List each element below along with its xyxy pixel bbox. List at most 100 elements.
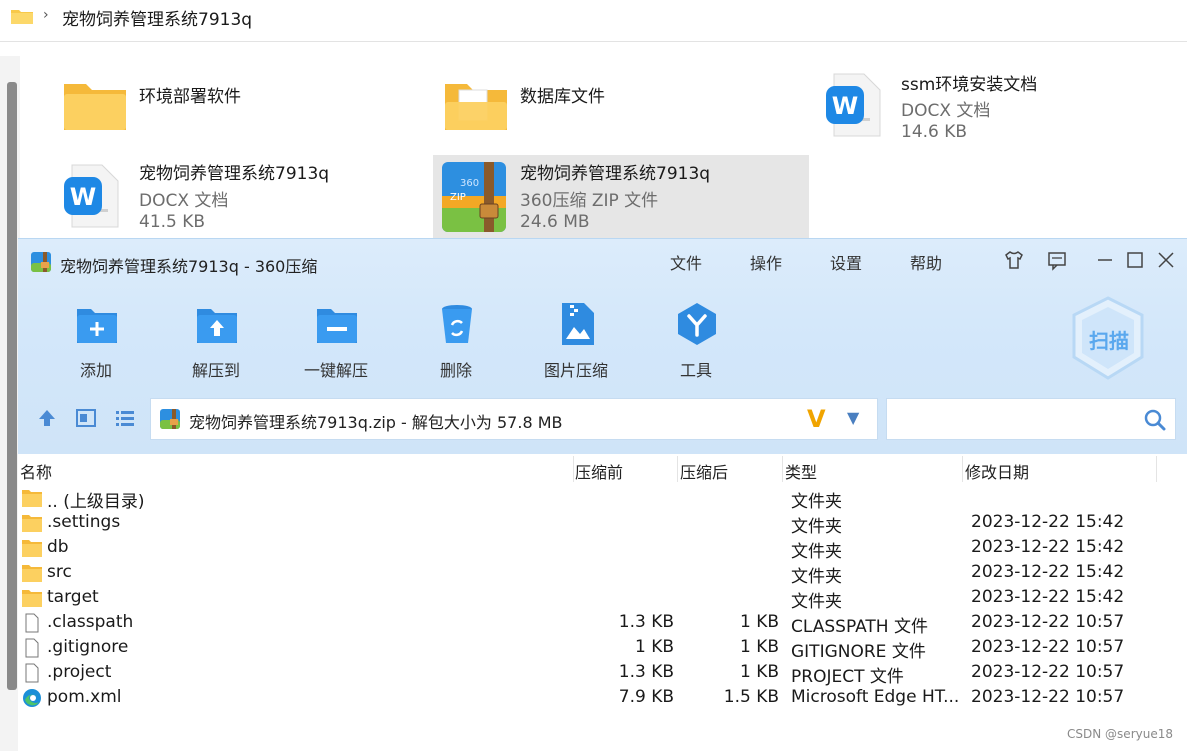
row-before: 7.9 KB (618, 687, 674, 707)
row-type: 文件夹 (791, 592, 842, 612)
one-click-extract-icon (317, 309, 357, 343)
row-name: .project (47, 662, 112, 682)
row-type: CLASSPATH 文件 (791, 617, 928, 637)
image-compress-label: 图片压缩 (543, 361, 608, 380)
list-view-icon[interactable] (114, 407, 136, 429)
column-divider[interactable] (782, 456, 783, 482)
row-name: db (47, 537, 69, 557)
row-type: 文件夹 (791, 517, 842, 537)
folder-icon (22, 515, 42, 532)
recycle-bin-icon (442, 305, 472, 343)
extract-to-button[interactable]: 解压到 (166, 297, 266, 383)
image-compress-button[interactable]: 图片压缩 (526, 297, 626, 383)
close-icon[interactable] (1155, 249, 1177, 271)
column-before[interactable]: 压缩前 (575, 459, 623, 483)
delete-button[interactable]: 删除 (406, 297, 506, 383)
archive-path-text: 宠物饲养管理系统7913q.zip - 解包大小为 57.8 MB (189, 413, 563, 432)
skin-shirt-icon[interactable] (1003, 249, 1025, 271)
table-row[interactable]: src 文件夹 2023-12-22 15:42 (18, 561, 1187, 587)
up-arrow-icon[interactable] (36, 407, 58, 429)
table-row[interactable]: .project 1.3 KB 1 KB PROJECT 文件 2023-12-… (18, 661, 1187, 687)
add-button[interactable]: 添加 (46, 297, 146, 383)
table-row[interactable]: .. (上级目录) 文件夹 (18, 486, 1187, 512)
zip-header: 宠物饲养管理系统7913q - 360压缩 文件 操作 设置 帮助 添加 解压到… (18, 239, 1187, 454)
feedback-icon[interactable] (1046, 249, 1068, 271)
folder-icon (22, 490, 42, 507)
row-modified: 2023-12-22 10:57 (971, 687, 1125, 707)
row-modified: 2023-12-22 15:42 (971, 537, 1125, 557)
tools-button[interactable]: 工具 (646, 297, 746, 383)
tile-type: DOCX 文档 (139, 191, 229, 211)
zip-archive-icon (160, 409, 180, 429)
row-after: 1 KB (739, 662, 779, 682)
row-before: 1.3 KB (618, 662, 674, 682)
table-row[interactable]: pom.xml 7.9 KB 1.5 KB Microsoft Edge HT.… (18, 686, 1187, 711)
svg-text:W: W (70, 183, 96, 211)
row-modified: 2023-12-22 15:42 (971, 562, 1125, 582)
row-modified: 2023-12-22 15:42 (971, 512, 1125, 532)
row-type: GITIGNORE 文件 (791, 642, 926, 662)
row-modified: 2023-12-22 15:42 (971, 587, 1125, 607)
tile-size: 14.6 KB (901, 122, 968, 142)
tile-size: 24.6 MB (520, 212, 590, 232)
column-divider[interactable] (962, 456, 963, 482)
row-name: pom.xml (47, 687, 122, 707)
column-name[interactable]: 名称 (20, 459, 52, 483)
tile-name: 宠物饲养管理系统7913q (520, 164, 711, 184)
table-row[interactable]: target 文件夹 2023-12-22 15:42 (18, 586, 1187, 612)
row-after: 1 KB (739, 612, 779, 632)
folder-icon (64, 84, 126, 130)
one-click-extract-label: 一键解压 (303, 361, 368, 380)
one-click-extract-button[interactable]: 一键解压 (286, 297, 386, 383)
folder-icon (22, 540, 42, 557)
archive-path-box[interactable]: 宠物饲养管理系统7913q.zip - 解包大小为 57.8 MB V ▼ (150, 398, 878, 440)
column-modified[interactable]: 修改日期 (965, 459, 1029, 483)
menu-help[interactable]: 帮助 (910, 250, 942, 274)
wps-doc-icon: W (826, 73, 881, 137)
row-name: target (47, 587, 99, 607)
chevron-right-icon[interactable]: › (43, 7, 49, 23)
row-modified: 2023-12-22 10:57 (971, 612, 1125, 632)
table-row[interactable]: db 文件夹 2023-12-22 15:42 (18, 536, 1187, 562)
thumbnail-view-icon[interactable] (75, 407, 97, 429)
column-after[interactable]: 压缩后 (680, 459, 728, 483)
column-divider[interactable] (677, 456, 678, 482)
search-icon[interactable] (1143, 408, 1167, 432)
row-name: .settings (47, 512, 121, 532)
table-row[interactable]: .gitignore 1 KB 1 KB GITIGNORE 文件 2023-1… (18, 636, 1187, 662)
scrollbar[interactable] (7, 82, 17, 690)
zip-archive-icon: 360 ZIP (442, 162, 506, 232)
column-divider[interactable] (573, 456, 574, 482)
folder-icon (22, 590, 42, 607)
svg-text:360: 360 (460, 178, 479, 189)
dropdown-arrow-icon[interactable]: ▼ (847, 408, 859, 427)
folder-docs-icon (445, 84, 507, 130)
row-modified: 2023-12-22 10:57 (971, 662, 1125, 682)
row-name: .classpath (47, 612, 134, 632)
table-row[interactable]: .classpath 1.3 KB 1 KB CLASSPATH 文件 2023… (18, 611, 1187, 637)
table-row[interactable]: .settings 文件夹 2023-12-22 15:42 (18, 511, 1187, 537)
address-path[interactable]: 宠物饲养管理系统7913q (62, 5, 252, 30)
search-input[interactable] (886, 398, 1176, 440)
watermark: CSDN @seryue18 (1067, 727, 1173, 741)
menu-operate[interactable]: 操作 (750, 250, 782, 274)
menu-file[interactable]: 文件 (670, 250, 702, 274)
row-type: Microsoft Edge HT... (791, 687, 960, 707)
column-divider[interactable] (1156, 456, 1157, 482)
maximize-icon[interactable] (1124, 249, 1146, 271)
menu-settings[interactable]: 设置 (830, 250, 862, 274)
tile-name: 宠物饲养管理系统7913q (139, 164, 330, 184)
scan-label: 扫描 (1089, 329, 1129, 353)
minimize-icon[interactable] (1094, 249, 1116, 271)
file-icon (25, 663, 39, 683)
row-after: 1.5 KB (723, 687, 779, 707)
row-name: src (47, 562, 72, 582)
row-type: PROJECT 文件 (791, 667, 904, 687)
row-type: 文件夹 (791, 492, 842, 512)
v-logo-icon[interactable]: V (807, 405, 826, 433)
row-after: 1 KB (739, 637, 779, 657)
svg-text:W: W (832, 92, 858, 120)
tools-label: 工具 (679, 361, 712, 380)
add-label: 添加 (79, 361, 112, 380)
column-type[interactable]: 类型 (785, 459, 817, 483)
